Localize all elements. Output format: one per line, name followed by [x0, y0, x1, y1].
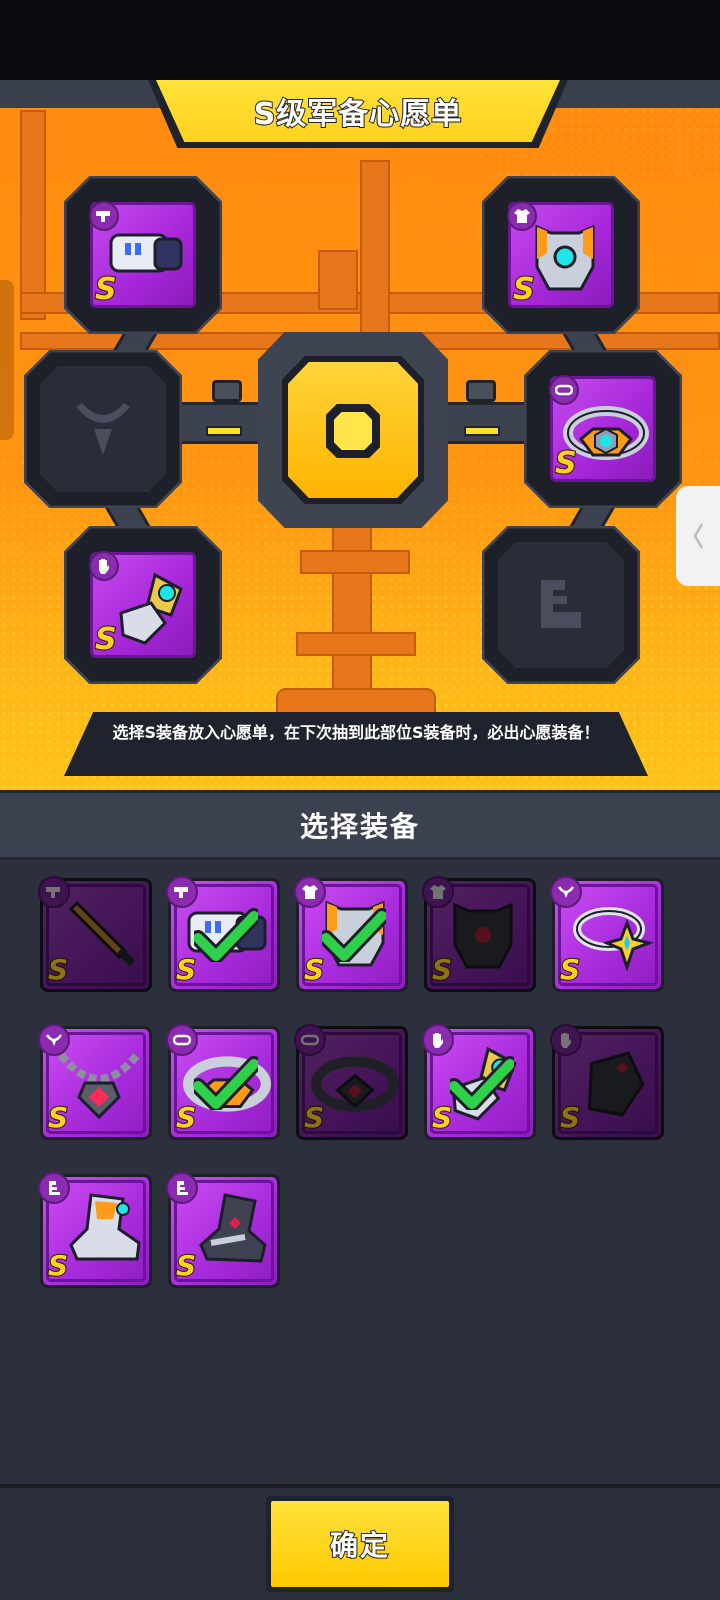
bolt — [212, 380, 242, 402]
wishlist-panel: S级军备心愿单 S S S S 选择S装备放入心愿单，在下次抽到此部位S装备时，… — [0, 80, 720, 790]
dark-armor-icon — [453, 902, 513, 969]
equipment-item-tech-glove[interactable]: S — [422, 1024, 536, 1140]
wish-item-armor[interactable]: S — [507, 201, 614, 308]
pipe — [318, 250, 358, 310]
confirm-button[interactable]: 确定 — [266, 1496, 454, 1592]
gem-chain-icon — [57, 1052, 141, 1120]
rank-label: S — [512, 272, 536, 307]
tech-boots-icon — [69, 1193, 141, 1261]
wish-slot-gloves[interactable]: S — [64, 526, 222, 684]
boot-placeholder-icon — [541, 580, 581, 628]
dark-belt-icon — [311, 1056, 399, 1112]
sword-icon — [68, 900, 136, 967]
indicator-light — [464, 426, 500, 436]
rank-label: S — [554, 446, 578, 481]
confirm-label: 确定 — [329, 1528, 390, 1563]
equipment-item-star-ring[interactable]: S — [550, 876, 664, 992]
wish-slot-boots[interactable] — [482, 526, 640, 684]
star-ring-icon — [573, 907, 655, 972]
tech-glove-icon — [119, 572, 183, 645]
equipment-item-dark-armor[interactable]: S — [422, 876, 536, 992]
rank-label: S — [47, 1249, 69, 1282]
glove-icon — [422, 1024, 454, 1056]
choose-title: 选择装备 — [299, 810, 420, 843]
bolt — [466, 380, 496, 402]
blaster-gauntlet-icon — [109, 233, 183, 273]
equipment-item-tech-belt[interactable]: S — [166, 1024, 280, 1140]
selected-check-icon — [194, 908, 258, 962]
rank-label: S — [559, 953, 581, 986]
dark-glove-icon — [587, 1051, 645, 1117]
equipment-item-sword[interactable]: S — [38, 876, 152, 992]
side-panel-toggle[interactable] — [676, 486, 720, 586]
glove-icon — [550, 1024, 582, 1056]
rank-label: S — [94, 622, 118, 657]
wish-item-gloves[interactable]: S — [89, 551, 196, 658]
wishlist-description: 选择S装备放入心愿单，在下次抽到此部位S装备时，必出心愿装备！ — [112, 723, 600, 742]
wish-slot-belt[interactable]: S — [524, 350, 682, 508]
wish-item-weapon[interactable]: S — [89, 201, 196, 308]
belt-icon — [166, 1024, 198, 1056]
choose-header: 选择装备 — [0, 790, 720, 860]
dark-boots-icon — [199, 1193, 267, 1263]
shirt-icon — [422, 876, 454, 908]
equipment-item-gem-chain[interactable]: S — [38, 1024, 152, 1140]
equipment-item-dark-belt[interactable]: S — [294, 1024, 408, 1140]
equipment-item-tech-boots[interactable]: S — [38, 1172, 152, 1288]
wish-item-belt[interactable]: S — [549, 375, 656, 482]
wish-slot-necklace[interactable] — [24, 350, 182, 508]
rank-label: S — [47, 953, 69, 986]
left-drag-handle — [0, 280, 14, 440]
necklace-icon — [550, 876, 582, 908]
pipe — [300, 550, 410, 574]
rank-label: S — [303, 1101, 325, 1134]
equipment-item-dark-boots[interactable]: S — [166, 1172, 280, 1288]
shirt-icon — [294, 876, 326, 908]
pipe — [360, 160, 390, 340]
status-bar-area — [0, 0, 720, 80]
necklace-icon — [38, 1024, 70, 1056]
necklace-placeholder-icon — [76, 403, 130, 455]
mech-armor-icon — [535, 224, 595, 291]
selected-check-icon — [194, 1056, 258, 1110]
belt-icon — [294, 1024, 326, 1056]
rank-label: S — [431, 953, 453, 986]
pipe — [20, 110, 46, 320]
page-title: S级军备心愿单 — [253, 96, 463, 133]
rank-label: S — [559, 1101, 581, 1134]
equipment-item-mech-armor[interactable]: S — [294, 876, 408, 992]
rank-label: S — [175, 1249, 197, 1282]
selected-check-icon — [322, 908, 386, 962]
wish-slot-armor[interactable]: S — [482, 176, 640, 334]
wish-slot-weapon[interactable]: S — [64, 176, 222, 334]
equipment-item-dark-glove[interactable]: S — [550, 1024, 664, 1140]
boot-icon — [166, 1172, 198, 1204]
rank-label: S — [94, 272, 118, 307]
blaster-icon — [38, 876, 70, 908]
blaster-icon — [166, 876, 198, 908]
selected-check-icon — [450, 1056, 514, 1110]
rank-label: S — [47, 1101, 69, 1134]
chevron-left-icon — [693, 523, 704, 549]
boot-icon — [38, 1172, 70, 1204]
title-banner-fill: S级军备心愿单 — [156, 80, 560, 142]
equipment-item-blaster[interactable]: S — [166, 876, 280, 992]
pipe — [296, 632, 416, 656]
indicator-light — [206, 426, 242, 436]
wishlist-core — [258, 332, 448, 528]
